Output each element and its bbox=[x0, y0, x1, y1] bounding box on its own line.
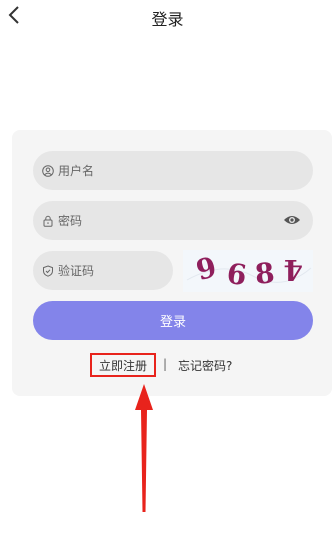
annotation-arrow bbox=[135, 384, 153, 512]
register-link[interactable]: 立即注册 bbox=[90, 353, 156, 377]
captcha-char-2: 6 bbox=[225, 257, 249, 292]
captcha-char-1: 9 bbox=[193, 250, 220, 287]
top-bar: 登录 bbox=[0, 0, 335, 34]
username-field[interactable] bbox=[33, 151, 313, 190]
link-separator: | bbox=[163, 357, 168, 371]
login-button[interactable]: 登录 bbox=[33, 301, 313, 340]
shield-icon bbox=[42, 264, 54, 277]
captcha-image[interactable]: 9 6 8 4 bbox=[183, 250, 313, 292]
username-input[interactable] bbox=[58, 163, 238, 178]
user-icon bbox=[42, 164, 54, 177]
auth-links: 立即注册 | 忘记密码? bbox=[12, 352, 332, 378]
page-title: 登录 bbox=[151, 10, 184, 29]
password-input[interactable] bbox=[58, 213, 238, 228]
captcha-field[interactable] bbox=[33, 251, 208, 290]
eye-icon[interactable] bbox=[283, 212, 301, 228]
captcha-char-3: 8 bbox=[253, 256, 276, 291]
captcha-char-4: 4 bbox=[284, 253, 303, 286]
lock-icon bbox=[42, 215, 54, 227]
password-field[interactable] bbox=[33, 201, 313, 240]
login-card: 9 6 8 4 登录 立即注册 | 忘记密码? bbox=[12, 130, 332, 396]
forgot-password-link[interactable]: 忘记密码? bbox=[178, 357, 232, 374]
